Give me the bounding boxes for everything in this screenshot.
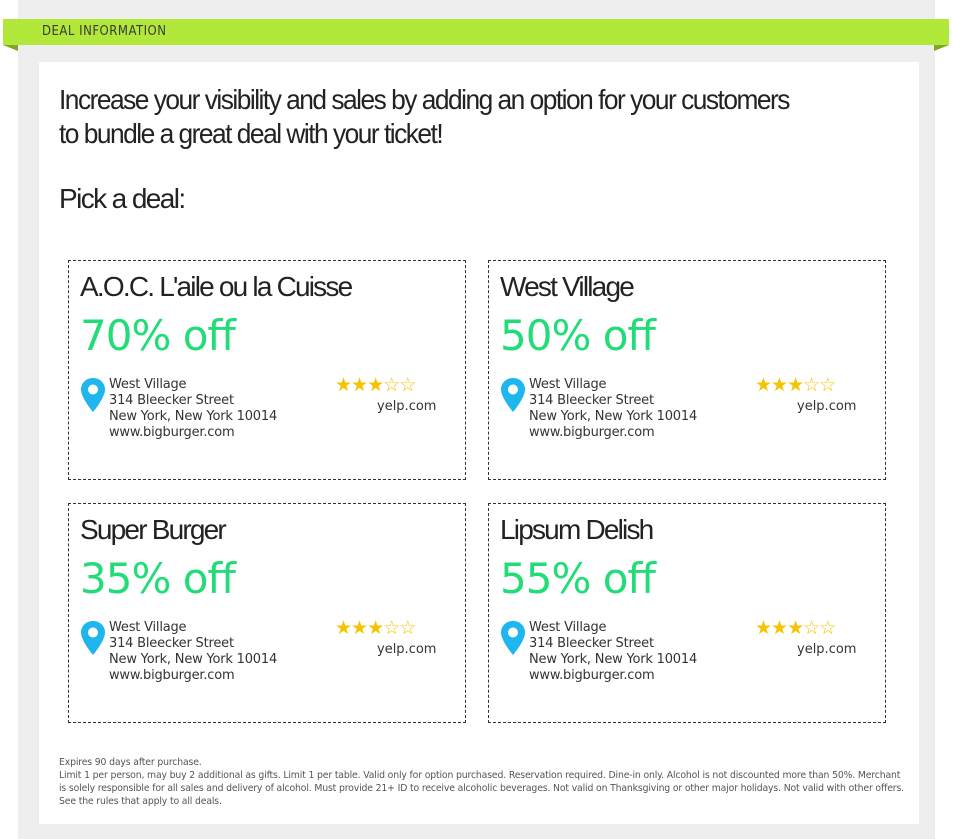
star-empty-icon: ☆ [383, 374, 400, 396]
address-line: 314 Bleecker Street [109, 636, 234, 651]
star-filled-icon: ★ [755, 374, 772, 396]
star-empty-icon: ☆ [383, 617, 400, 639]
address-line: 314 Bleecker Street [529, 393, 654, 408]
rating-source: yelp.com [797, 399, 857, 414]
star-empty-icon: ☆ [399, 617, 416, 639]
star-empty-icon: ☆ [803, 374, 820, 396]
location-pin-icon [501, 621, 525, 655]
website-link[interactable]: www.bigburger.com [529, 425, 697, 441]
deal-discount: 50% off [500, 311, 656, 360]
star-filled-icon: ★ [771, 617, 788, 639]
banner-fold-left [3, 45, 18, 51]
terms-text: Limit 1 per person, may buy 2 additional… [59, 770, 904, 807]
deal-name: Lipsum Delish [500, 514, 654, 545]
star-empty-icon: ☆ [803, 617, 820, 639]
intro-text: Increase your visibility and sales by ad… [59, 84, 790, 149]
rating-stars: ★★★☆☆ [755, 374, 836, 396]
deal-option[interactable]: A.O.C. L'aile ou la Cuisse 70% off West … [68, 260, 466, 480]
expiry-note: Expires 90 days after purchase. [59, 757, 202, 768]
location-pin-icon [501, 378, 525, 412]
address-line: New York, New York 10014 [529, 652, 698, 667]
star-filled-icon: ★ [771, 374, 788, 396]
deal-address: West Village 314 Bleecker Street New Yor… [529, 620, 697, 684]
star-filled-icon: ★ [755, 617, 772, 639]
star-filled-icon: ★ [367, 617, 384, 639]
deal-option[interactable]: West Village 50% off West Village 314 Bl… [488, 260, 886, 480]
rating-source: yelp.com [377, 642, 437, 657]
location-pin-icon [81, 378, 105, 412]
star-empty-icon: ☆ [819, 617, 836, 639]
star-filled-icon: ★ [787, 374, 804, 396]
address-line: New York, New York 10014 [109, 409, 278, 424]
banner-fold-right [934, 45, 949, 51]
rating-source: yelp.com [377, 399, 437, 414]
rating-stars: ★★★☆☆ [755, 617, 836, 639]
star-filled-icon: ★ [367, 374, 384, 396]
deal-name: Super Burger [80, 514, 227, 545]
rating-source: yelp.com [797, 642, 857, 657]
website-link[interactable]: www.bigburger.com [109, 425, 277, 441]
deal-address: West Village 314 Bleecker Street New Yor… [109, 620, 277, 684]
deal-name: West Village [500, 271, 635, 302]
deal-discount: 35% off [80, 554, 236, 603]
deal-discount: 70% off [80, 311, 236, 360]
deal-name: A.O.C. L'aile ou la Cuisse [80, 271, 353, 302]
address-line: West Village [529, 377, 607, 392]
deal-option[interactable]: Lipsum Delish 55% off West Village 314 B… [488, 503, 886, 723]
address-line: West Village [109, 620, 187, 635]
rating-stars: ★★★☆☆ [335, 617, 416, 639]
website-link[interactable]: www.bigburger.com [529, 668, 697, 684]
deal-option[interactable]: Super Burger 35% off West Village 314 Bl… [68, 503, 466, 723]
address-line: New York, New York 10014 [109, 652, 278, 667]
location-pin-icon [81, 621, 105, 655]
deal-address: West Village 314 Bleecker Street New Yor… [109, 377, 277, 441]
star-empty-icon: ☆ [399, 374, 416, 396]
address-line: 314 Bleecker Street [529, 636, 654, 651]
address-line: West Village [529, 620, 607, 635]
deal-discount: 55% off [500, 554, 656, 603]
star-filled-icon: ★ [335, 374, 352, 396]
star-empty-icon: ☆ [819, 374, 836, 396]
rating-stars: ★★★☆☆ [335, 374, 416, 396]
address-line: 314 Bleecker Street [109, 393, 234, 408]
fine-print: Expires 90 days after purchase. Limit 1 … [59, 756, 904, 808]
section-title: DEAL INFORMATION [42, 24, 167, 39]
deal-address: West Village 314 Bleecker Street New Yor… [529, 377, 697, 441]
star-filled-icon: ★ [787, 617, 804, 639]
website-link[interactable]: www.bigburger.com [109, 668, 277, 684]
address-line: West Village [109, 377, 187, 392]
star-filled-icon: ★ [335, 617, 352, 639]
address-line: New York, New York 10014 [529, 409, 698, 424]
star-filled-icon: ★ [351, 617, 368, 639]
star-filled-icon: ★ [351, 374, 368, 396]
pick-deal-heading: Pick a deal: [59, 183, 186, 214]
